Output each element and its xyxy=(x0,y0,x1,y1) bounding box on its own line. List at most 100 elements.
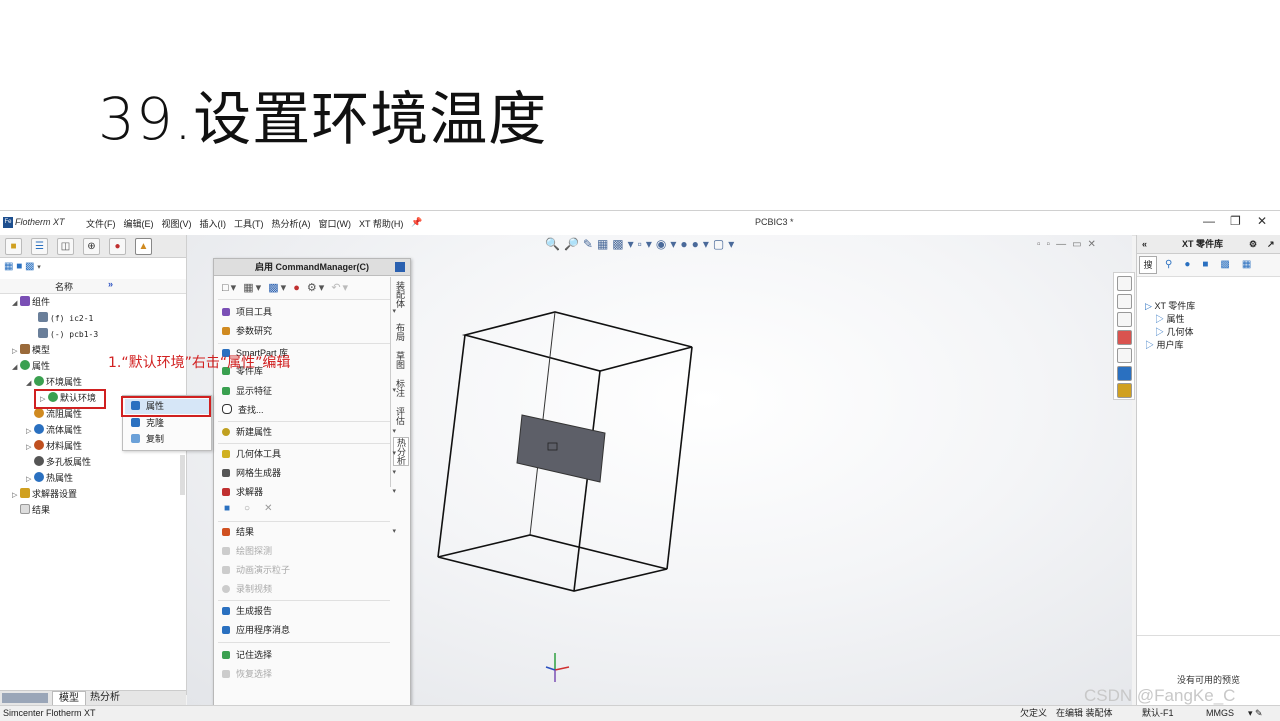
tree-item-flow-resistance[interactable]: 流阻属性 xyxy=(26,407,82,421)
watermark: CSDN @FangKe_C xyxy=(1084,686,1236,705)
tree-item-fluid[interactable]: ▷ 流体属性 xyxy=(26,423,82,437)
toolbar-icons[interactable]: ▦ ■ ▩ ▾ xyxy=(4,261,41,272)
tree-user-library[interactable]: ▷ 用户库 xyxy=(1145,339,1195,352)
cm-animate-particles[interactable]: 动画演示粒子 xyxy=(222,562,390,578)
cm-project-tools[interactable]: 项目工具 ▾ xyxy=(222,304,396,320)
tree-properties[interactable]: ▷ 属性 xyxy=(1145,313,1195,326)
status-options-icon[interactable]: ▾ ✎ xyxy=(1248,706,1263,721)
appearance-icon[interactable] xyxy=(1117,330,1132,345)
properties-icon xyxy=(20,360,30,370)
menu-help[interactable]: XT 帮助(H) xyxy=(359,217,403,230)
menu-insert[interactable]: 插入(I) xyxy=(200,217,227,230)
solver-icon xyxy=(20,488,30,498)
maximize-icon[interactable]: ❐ xyxy=(1230,214,1241,228)
side-tab-evaluate[interactable]: 评估 xyxy=(393,407,407,425)
tree-item-model[interactable]: ▷ 模型 xyxy=(12,343,50,357)
thermal-tab-icon[interactable]: ▲ xyxy=(135,238,152,255)
side-tab-layout[interactable]: 布局 xyxy=(393,323,407,341)
box-edge xyxy=(437,334,466,558)
tree-item-properties[interactable]: ◢ 属性 xyxy=(12,359,50,373)
property-manager-tab-icon[interactable]: ☰ xyxy=(31,238,48,255)
tree-item-thermal[interactable]: ▷ 热属性 xyxy=(26,471,73,485)
results-icon xyxy=(20,504,30,514)
dimxpert-tab-icon[interactable]: ⊕ xyxy=(83,238,100,255)
cm-new-property[interactable]: 新建属性 ▾ xyxy=(222,424,396,440)
cm-toolbar[interactable]: □▾ ▦▾ ▩▾ ● ⚙▾ ↶▾ xyxy=(222,281,350,294)
tree-item-environment[interactable]: ◢ 环境属性 xyxy=(26,375,82,389)
close-icon[interactable]: ✕ xyxy=(1257,214,1267,228)
xt-parts-library-title: XT 零件库 xyxy=(1182,239,1224,249)
menu-edit[interactable]: 编辑(E) xyxy=(124,217,154,230)
application-messages-icon xyxy=(222,626,230,634)
box-edge xyxy=(666,346,693,570)
cm-solver[interactable]: 求解器 ▾ xyxy=(222,484,396,500)
library-toolbar-icons[interactable]: ⚲●■▩▦ xyxy=(1165,259,1263,270)
pin-icon[interactable]: 📌 xyxy=(411,217,422,230)
cm-application-messages[interactable]: 应用程序消息 xyxy=(222,622,390,638)
tree-item-solver-settings[interactable]: ▷ 求解器设置 xyxy=(12,487,77,501)
gear-icon[interactable]: ⚙ xyxy=(1249,235,1257,253)
menu-thermal[interactable]: 热分析(A) xyxy=(272,217,311,230)
cm-results[interactable]: 结果 ▾ xyxy=(222,524,396,540)
tab-scroll-icons[interactable] xyxy=(2,693,48,703)
menu-view[interactable]: 视图(V) xyxy=(162,217,192,230)
menu-window[interactable]: 窗口(W) xyxy=(319,217,352,230)
list-icon[interactable] xyxy=(1117,348,1132,363)
context-menu-copy[interactable]: 复制 xyxy=(125,432,209,447)
cm-geometry-tools[interactable]: 几何体工具 ▾ xyxy=(222,446,396,462)
tree-scrollbar[interactable] xyxy=(180,455,185,495)
cm-mesh-generator[interactable]: 网格生成器 ▾ xyxy=(222,465,396,481)
tree-item-results[interactable]: 结果 xyxy=(12,503,50,517)
cm-restore-selection[interactable]: 恢复选择 xyxy=(222,666,390,682)
cm-generate-report[interactable]: 生成报告 xyxy=(222,603,390,619)
highlight-properties-item xyxy=(121,396,211,417)
pin-icon[interactable]: ↗ xyxy=(1267,235,1275,253)
cm-display-features[interactable]: 显示特征 ▾ xyxy=(222,383,396,399)
cm-parametric-study[interactable]: 参数研究 xyxy=(222,323,390,339)
tree-item-perforated-plate[interactable]: 多孔板属性 xyxy=(26,455,91,469)
tab-thermal-analysis[interactable]: 热分析 xyxy=(84,691,126,705)
tree-item-components[interactable]: ◢ 组件 xyxy=(12,295,50,309)
box-top-face xyxy=(461,311,693,372)
status-editing: 在编辑 装配体 xyxy=(1056,708,1113,718)
library-icon[interactable] xyxy=(1117,294,1132,309)
configuration-tab-icon[interactable]: ◫ xyxy=(57,238,74,255)
task-pane-tabs xyxy=(1113,272,1135,400)
minimize-icon[interactable]: — xyxy=(1203,214,1215,228)
clone-icon xyxy=(131,418,140,427)
search-tab[interactable]: 搜 xyxy=(1139,256,1157,274)
app-name: Flotherm XT xyxy=(15,217,65,227)
home-icon[interactable] xyxy=(1117,276,1132,291)
cm-plot-probe[interactable]: 绘图探测 xyxy=(222,543,390,559)
feature-tree-tab-icon[interactable]: ■ xyxy=(5,238,22,255)
tree-item-ic2[interactable]: (f) ic2-1 xyxy=(38,311,93,325)
context-menu-clone[interactable]: 克隆 xyxy=(125,416,209,431)
project-tools-icon xyxy=(222,308,230,316)
cm-remember-selection[interactable]: 记住选择 xyxy=(222,647,390,663)
cm-find[interactable]: 查找... xyxy=(222,402,390,418)
menu-tools[interactable]: 工具(T) xyxy=(234,217,264,230)
side-tab-sketch[interactable]: 草图 xyxy=(393,351,407,369)
status-units[interactable]: MMGS xyxy=(1206,706,1234,721)
tree-item-pcb1[interactable]: (-) pcb1-3 xyxy=(38,327,98,341)
xt-parts-library-icon[interactable] xyxy=(1117,383,1132,398)
command-manager-pin-icon[interactable] xyxy=(395,262,405,272)
menu-file[interactable]: 文件(F) xyxy=(86,217,116,230)
tree-geometry[interactable]: ▷ 几何体 xyxy=(1145,326,1195,339)
cm-record-video[interactable]: 录制视频 xyxy=(222,581,390,597)
tree-header: 名称 » xyxy=(0,279,186,294)
slide-title: 39.设置环境温度 xyxy=(98,85,548,153)
display-manager-tab-icon[interactable]: ● xyxy=(109,238,126,255)
display-features-icon xyxy=(222,387,230,395)
custom-properties-icon[interactable] xyxy=(1117,366,1132,381)
tree-xt-parts-library[interactable]: ▷ XT 零件库 xyxy=(1145,300,1195,313)
model-icon xyxy=(20,344,30,354)
folder-icon[interactable] xyxy=(1117,312,1132,327)
expand-columns-icon[interactable]: » xyxy=(108,279,113,289)
status-configuration[interactable]: 默认-F1 xyxy=(1142,706,1174,721)
tree-item-material[interactable]: ▷ 材料属性 xyxy=(26,439,82,453)
plot-probe-icon xyxy=(222,547,230,555)
solver-run-icons[interactable]: ■○✕ xyxy=(224,503,286,514)
collapse-panel-icon[interactable]: « xyxy=(1142,235,1147,253)
box-bottom-face xyxy=(437,534,668,592)
